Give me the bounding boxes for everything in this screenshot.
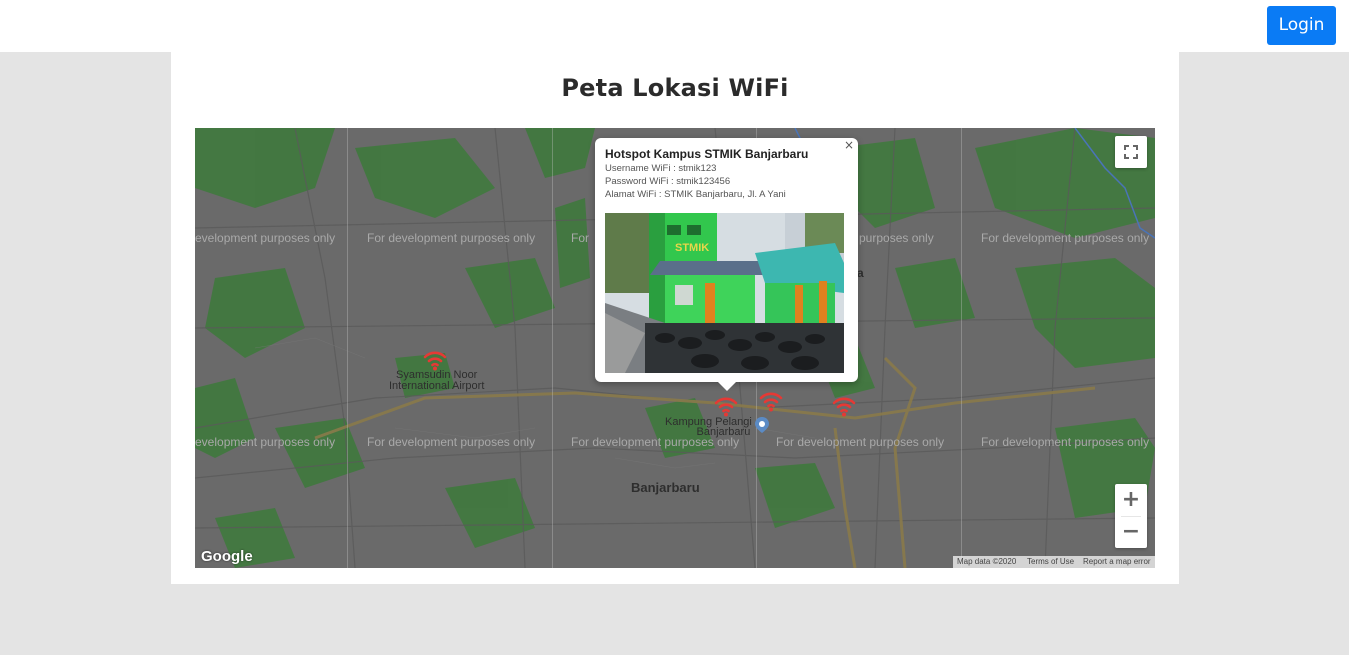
dev-watermark: For	[571, 231, 589, 245]
info-password: Password WiFi : stmik123456	[605, 176, 731, 187]
info-window-tail	[717, 381, 737, 391]
photo-sign: STMIK	[675, 242, 709, 254]
place-label-kampung: Kampung Pelangi Banjarbaru	[665, 417, 752, 438]
wifi-icon[interactable]	[832, 395, 856, 417]
dev-watermark: For development purposes only	[367, 435, 536, 449]
map-attribution: Map data ©2020 Terms of Use Report a map…	[953, 556, 1155, 568]
top-navbar: Login	[0, 0, 1349, 52]
tile-border	[961, 128, 962, 568]
wifi-icon[interactable]	[759, 390, 783, 412]
dev-watermark: purposes only	[859, 231, 934, 245]
tile-border	[552, 128, 553, 568]
fullscreen-button[interactable]	[1115, 136, 1147, 168]
wifi-icon[interactable]	[714, 395, 738, 417]
zoom-out-button[interactable]: −	[1115, 516, 1147, 548]
tile-border	[347, 128, 348, 568]
dev-watermark: For development purposes only	[981, 231, 1150, 245]
place-label-line: International Airport	[389, 380, 485, 392]
info-window-title: Hotspot Kampus STMIK Banjarbaru	[605, 147, 809, 161]
fullscreen-icon	[1124, 145, 1138, 159]
info-username: Username WiFi : stmik123	[605, 163, 717, 174]
zoom-control: + −	[1115, 484, 1147, 548]
place-label-line: Banjarbaru	[696, 426, 751, 438]
map-data-text: Map data ©2020	[957, 557, 1017, 566]
dev-watermark: For development purposes only	[776, 435, 945, 449]
dev-watermark: evelopment purposes only	[195, 435, 336, 449]
close-icon[interactable]: ×	[844, 138, 854, 152]
place-label-partial: a	[857, 266, 864, 280]
dev-watermark: evelopment purposes only	[195, 231, 336, 245]
zoom-in-button[interactable]: +	[1115, 484, 1147, 516]
content-card: Peta Lokasi WiFi evelopment purposes onl…	[171, 52, 1179, 584]
hotspot-photo: STMIK	[605, 213, 844, 373]
dev-watermark: For development purposes only	[367, 231, 536, 245]
poi-icon	[755, 417, 769, 433]
info-window: × Hotspot Kampus STMIK Banjarbaru Userna…	[595, 138, 858, 391]
info-address: Alamat WiFi : STMIK Banjarbaru, Jl. A Ya…	[605, 189, 786, 200]
map-container[interactable]: evelopment purposes only For development…	[195, 128, 1155, 568]
login-button[interactable]: Login	[1267, 6, 1336, 45]
place-label-city: Banjarbaru	[631, 480, 700, 495]
google-logo[interactable]: Google	[201, 548, 253, 565]
report-map-error-link[interactable]: Report a map error	[1083, 556, 1151, 568]
dev-watermark: For development purposes only	[981, 435, 1150, 449]
terms-of-use-link[interactable]: Terms of Use	[1027, 556, 1074, 568]
wifi-icon[interactable]	[423, 349, 447, 371]
page-title: Peta Lokasi WiFi	[561, 74, 789, 102]
place-label-airport: Syamsudin Noor International Airport	[389, 370, 484, 392]
